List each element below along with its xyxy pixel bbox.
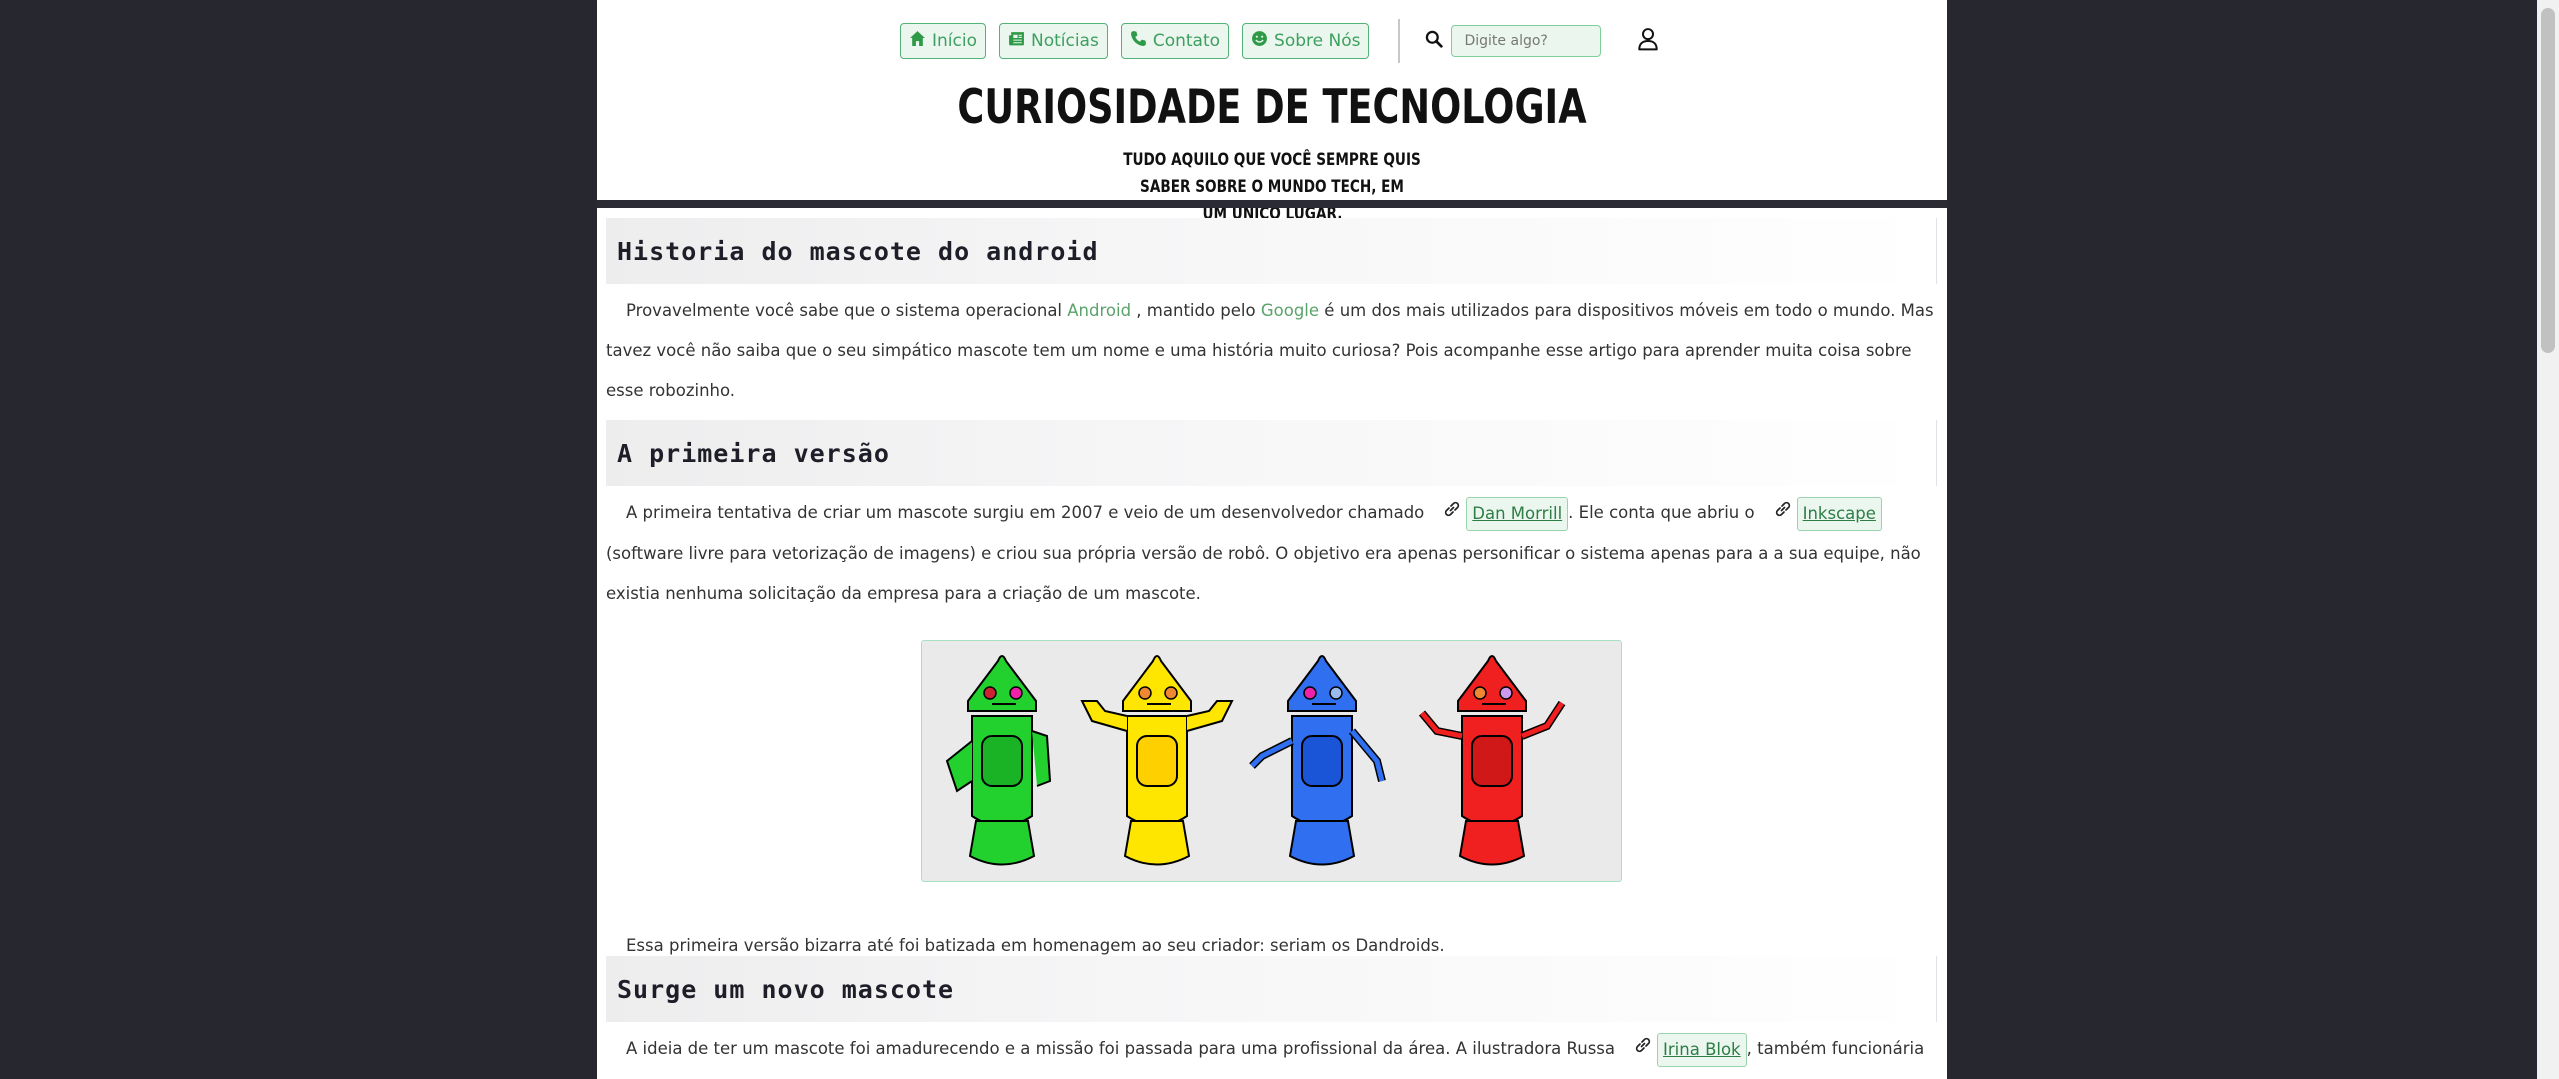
smile-icon (1251, 30, 1268, 52)
nav-noticias-label: Notícias (1030, 31, 1099, 51)
blue-robot (1249, 655, 1386, 866)
inkscape-link[interactable]: Inkscape (1796, 496, 1882, 531)
nav-divider (1398, 19, 1401, 63)
section-paragraph: A ideia de ter um mascote foi amadurecen… (606, 1029, 1937, 1079)
green-robot (945, 655, 1052, 866)
dandroids-image (945, 655, 1566, 866)
nav-contato-button[interactable]: Contato (1120, 23, 1230, 59)
site-subtitle-line1: Tudo aquilo que você sempre quis saber s… (1123, 150, 1421, 197)
link-icon (1442, 494, 1462, 534)
nav-contato-label: Contato (1152, 31, 1221, 51)
site-header: Início Notícias Contato Sobre Nós CURIOS… (597, 0, 1947, 224)
android-link[interactable]: Android (1067, 301, 1131, 320)
nav-inicio-label: Início (932, 31, 977, 51)
section-title: Historia do mascote do android (617, 236, 1099, 266)
home-icon (909, 30, 926, 52)
phone-icon (1130, 30, 1147, 52)
search-input[interactable] (1451, 25, 1602, 57)
dan-morrill-link[interactable]: Dan Morrill (1466, 496, 1569, 531)
nav-inicio-button[interactable]: Início (900, 23, 986, 59)
red-robot (1418, 655, 1566, 866)
scrollbar[interactable] (2537, 0, 2559, 1079)
section-paragraph: Provavelmente você sabe que o sistema op… (606, 301, 1934, 400)
nav-noticias-button[interactable]: Notícias (998, 23, 1108, 59)
dandroids-illustration (921, 640, 1622, 882)
header-divider-bar (597, 200, 1947, 208)
section-title: Surge um novo mascote (617, 974, 955, 1004)
section-heading-primeira-versao: A primeira versão (606, 420, 1937, 486)
newspaper-icon (1008, 30, 1025, 52)
nav-sobre-label: Sobre Nós (1274, 31, 1361, 51)
main-nav: Início Notícias Contato Sobre Nós (900, 19, 1659, 63)
page: Início Notícias Contato Sobre Nós CURIOS… (597, 0, 1947, 1079)
link-icon (1773, 494, 1793, 534)
link-icon (1633, 1030, 1653, 1070)
site-title: CURIOSIDADE DE TECNOLOGIA (957, 80, 1587, 135)
site-subtitle: Tudo aquilo que você sempre quis saber s… (1052, 147, 1492, 228)
irina-blok-link[interactable]: Irina Blok (1657, 1032, 1747, 1067)
nav-sobre-button[interactable]: Sobre Nós (1242, 23, 1370, 59)
user-icon[interactable] (1637, 27, 1659, 55)
google-link[interactable]: Google (1261, 301, 1319, 320)
scrollbar-thumb[interactable] (2541, 8, 2555, 353)
section-heading-novo-mascote: Surge um novo mascote (606, 956, 1937, 1022)
section-heading-historia: Historia do mascote do android (606, 218, 1937, 284)
search-icon[interactable] (1425, 30, 1444, 52)
section-title: A primeira versão (617, 438, 890, 468)
yellow-robot (1080, 655, 1234, 866)
section-paragraph: A primeira tentativa de criar um mascote… (606, 493, 1937, 614)
